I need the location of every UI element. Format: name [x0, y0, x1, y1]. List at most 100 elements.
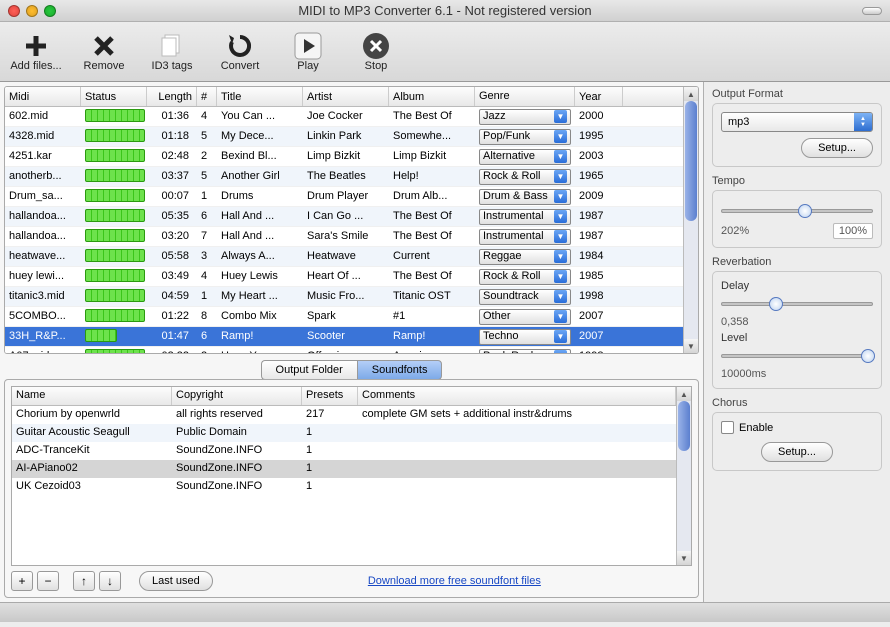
scroll-down-icon[interactable]: ▼ — [684, 339, 698, 353]
soundfont-row[interactable]: Chorium by openwrldall rights reserved21… — [12, 406, 676, 424]
cell-artist: Linkin Park — [303, 127, 389, 146]
genre-select[interactable]: Soundtrack▼ — [479, 289, 571, 305]
col-title[interactable]: Title — [217, 87, 303, 106]
cell-status — [81, 127, 147, 146]
table-row[interactable]: 5COMBO...01:228Combo MixSpark#1Other▼200… — [5, 307, 683, 327]
soundfont-table: Name Copyright Presets Comments Chorium … — [11, 386, 692, 566]
genre-select[interactable]: Techno▼ — [479, 329, 571, 345]
table-scrollbar[interactable]: ▲ ▼ — [683, 87, 698, 353]
soundfont-row[interactable]: AI-APiano02SoundZone.INFO1 — [12, 460, 676, 478]
chorus-setup-button[interactable]: Setup... — [761, 442, 833, 462]
cell-length: 00:07 — [147, 187, 197, 206]
genre-select[interactable]: Punk Rock▼ — [479, 349, 571, 354]
sfcol-presets[interactable]: Presets — [302, 387, 358, 405]
cell-midi: 602.mid — [5, 107, 81, 126]
output-format-label: Output Format — [712, 88, 882, 100]
soundfont-row[interactable]: Guitar Acoustic SeagullPublic Domain1 — [12, 424, 676, 442]
genre-select[interactable]: Drum & Bass▼ — [479, 189, 571, 205]
col-length[interactable]: Length — [147, 87, 197, 106]
output-setup-button[interactable]: Setup... — [801, 138, 873, 158]
play-label: Play — [297, 60, 318, 72]
cell-album: Americana — [389, 347, 475, 353]
table-row[interactable]: huey lewi...03:494Huey LewisHeart Of ...… — [5, 267, 683, 287]
genre-select[interactable]: Jazz▼ — [479, 109, 571, 125]
convert-button[interactable]: Convert — [212, 26, 268, 77]
delay-slider[interactable] — [721, 296, 873, 312]
chevron-down-icon: ▼ — [554, 350, 567, 353]
titlebar: MIDI to MP3 Converter 6.1 - Not register… — [0, 0, 890, 22]
col-num[interactable]: # — [197, 87, 217, 106]
scroll-thumb[interactable] — [685, 101, 697, 221]
chorus-enable-checkbox[interactable]: Enable — [721, 421, 873, 434]
cell-artist: Sara's Smile — [303, 227, 389, 246]
cell-album: Somewhe... — [389, 127, 475, 146]
col-year[interactable]: Year — [575, 87, 623, 106]
cell-genre: Other▼ — [475, 307, 575, 326]
scroll-up-icon[interactable]: ▲ — [677, 387, 691, 401]
chevron-down-icon: ▼ — [554, 190, 567, 203]
id3-tags-button[interactable]: ID3 tags — [144, 26, 200, 77]
sfcol-comments[interactable]: Comments — [358, 387, 676, 405]
table-row[interactable]: hallandoa...03:207Hall And ...Sara's Smi… — [5, 227, 683, 247]
cell-num: 7 — [197, 227, 217, 246]
col-artist[interactable]: Artist — [303, 87, 389, 106]
sf-move-down-button[interactable]: ↓ — [99, 571, 121, 591]
sf-copyright: SoundZone.INFO — [172, 478, 302, 496]
sfcol-copyright[interactable]: Copyright — [172, 387, 302, 405]
soundfont-row[interactable]: ADC-TranceKitSoundZone.INFO1 — [12, 442, 676, 460]
sf-remove-button[interactable]: − — [37, 571, 59, 591]
sf-add-button[interactable]: + — [11, 571, 33, 591]
table-row[interactable]: titanic3.mid04:591My Heart ...Music Fro.… — [5, 287, 683, 307]
soundfont-scrollbar[interactable]: ▲ ▼ — [676, 387, 691, 565]
toolbar-toggle-button[interactable] — [862, 7, 882, 15]
cell-title: My Dece... — [217, 127, 303, 146]
scroll-down-icon[interactable]: ▼ — [677, 551, 691, 565]
table-row[interactable]: 33H_R&P...01:476Ramp!ScooterRamp!Techno▼… — [5, 327, 683, 347]
download-soundfonts-link[interactable]: Download more free soundfont files — [368, 575, 541, 587]
add-files-button[interactable]: Add files... — [8, 26, 64, 77]
table-row[interactable]: 4328.mid01:185My Dece...Linkin ParkSomew… — [5, 127, 683, 147]
table-row[interactable]: A07.mid03:322Have You...OffspringAmerica… — [5, 347, 683, 353]
cell-artist: Spark — [303, 307, 389, 326]
scroll-thumb[interactable] — [678, 401, 690, 451]
table-row[interactable]: 4251.kar02:482Bexind Bl...Limp BizkitLim… — [5, 147, 683, 167]
genre-select[interactable]: Instrumental▼ — [479, 229, 571, 245]
col-midi[interactable]: Midi — [5, 87, 81, 106]
cell-midi: 5COMBO... — [5, 307, 81, 326]
col-status[interactable]: Status — [81, 87, 147, 106]
cell-genre: Rock & Roll▼ — [475, 267, 575, 286]
sf-move-up-button[interactable]: ↑ — [73, 571, 95, 591]
col-genre[interactable]: Genre — [475, 87, 575, 106]
table-row[interactable]: heatwave...05:583Always A...HeatwaveCurr… — [5, 247, 683, 267]
table-row[interactable]: hallandoa...05:356Hall And ...I Can Go .… — [5, 207, 683, 227]
table-row[interactable]: anotherb...03:375Another GirlThe Beatles… — [5, 167, 683, 187]
genre-select[interactable]: Rock & Roll▼ — [479, 269, 571, 285]
genre-select[interactable]: Instrumental▼ — [479, 209, 571, 225]
tab-output-folder[interactable]: Output Folder — [261, 360, 357, 380]
output-format-select[interactable]: mp3 ▲▼ — [721, 112, 873, 132]
table-row[interactable]: 602.mid01:364You Can ...Joe CockerThe Be… — [5, 107, 683, 127]
level-slider[interactable] — [721, 348, 873, 364]
cell-status — [81, 227, 147, 246]
soundfont-row[interactable]: UK Cezoid03SoundZone.INFO1 — [12, 478, 676, 496]
last-used-button[interactable]: Last used — [139, 571, 213, 591]
genre-select[interactable]: Alternative▼ — [479, 149, 571, 165]
tempo-slider[interactable] — [721, 203, 873, 219]
cell-album: #1 — [389, 307, 475, 326]
tempo-default-button[interactable]: 100% — [833, 223, 873, 239]
cell-length: 03:37 — [147, 167, 197, 186]
play-button[interactable]: Play — [280, 26, 336, 77]
table-row[interactable]: Drum_sa...00:071DrumsDrum PlayerDrum Alb… — [5, 187, 683, 207]
genre-select[interactable]: Reggae▼ — [479, 249, 571, 265]
col-album[interactable]: Album — [389, 87, 475, 106]
genre-select[interactable]: Pop/Funk▼ — [479, 129, 571, 145]
cell-year: 2000 — [575, 107, 623, 126]
genre-select[interactable]: Rock & Roll▼ — [479, 169, 571, 185]
remove-button[interactable]: Remove — [76, 26, 132, 77]
stop-button[interactable]: Stop — [348, 26, 404, 77]
progress-bar — [85, 249, 145, 262]
tab-soundfonts[interactable]: Soundfonts — [357, 360, 443, 380]
scroll-up-icon[interactable]: ▲ — [684, 87, 698, 101]
genre-select[interactable]: Other▼ — [479, 309, 571, 325]
sfcol-name[interactable]: Name — [12, 387, 172, 405]
